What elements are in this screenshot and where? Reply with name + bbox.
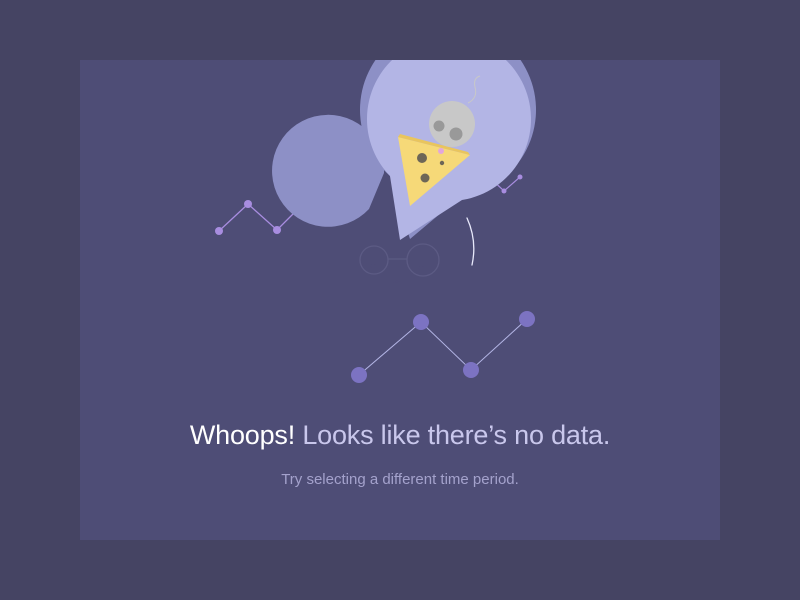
no-data-illustration xyxy=(215,60,536,383)
empty-state-card: Whoops! Looks like there’s no data. Try … xyxy=(80,60,720,540)
glasses-icon xyxy=(359,243,440,277)
title-message: Looks like there’s no data. xyxy=(295,420,611,450)
empty-state-subtitle: Try selecting a different time period. xyxy=(281,471,519,488)
title-emphasis: Whoops! xyxy=(189,420,296,450)
empty-state-title: Whoops! Looks like there’s no data. xyxy=(80,420,720,451)
line-graph-icon xyxy=(351,311,535,383)
